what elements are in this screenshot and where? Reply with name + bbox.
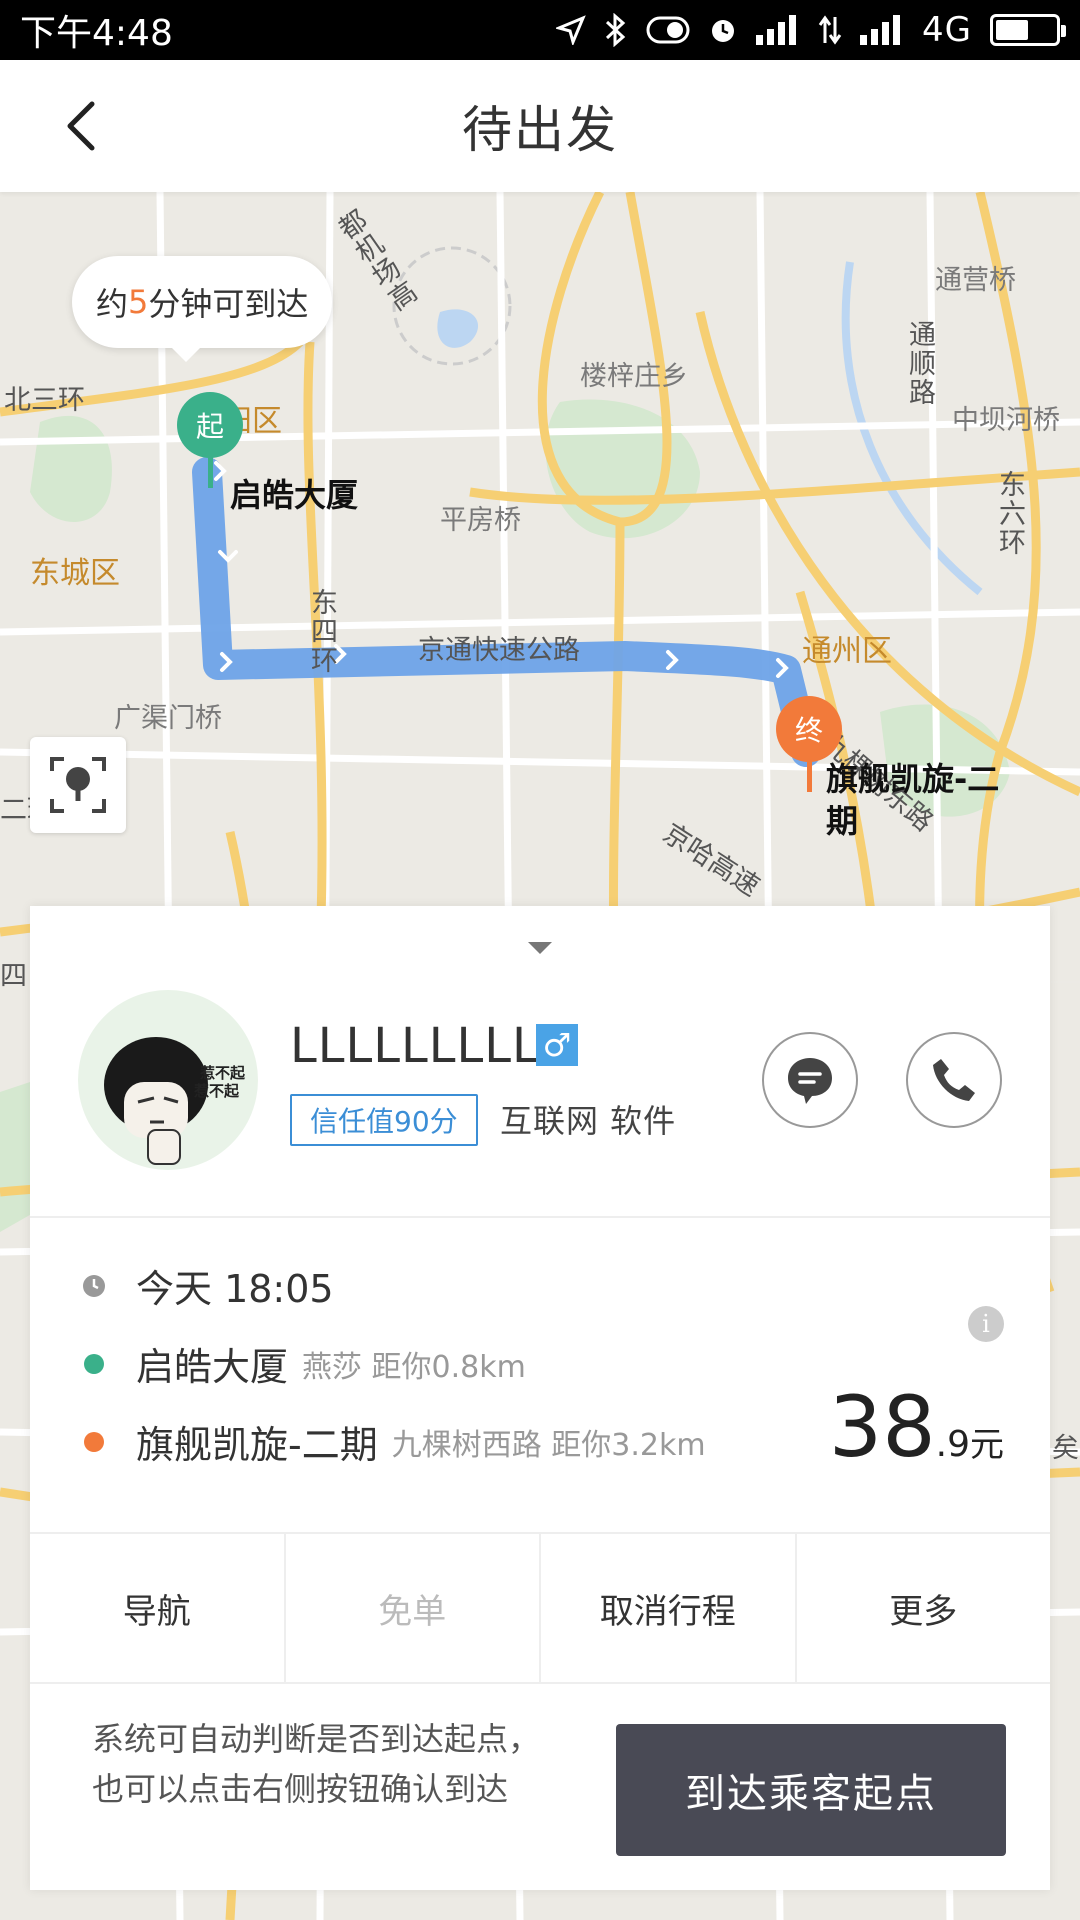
map-label-left-fragment: 四 — [0, 961, 27, 992]
phone-icon — [933, 1059, 975, 1101]
passenger-section: 惹不起 惹不起 LLLLLLLLL ♂ 信任值90分 互联网 软件 — [30, 906, 1050, 1218]
trip-card: 惹不起 惹不起 LLLLLLLLL ♂ 信任值90分 互联网 软件 今天 18:… — [30, 906, 1050, 1890]
map-label-pingfang-bridge: 平房桥 — [440, 505, 521, 536]
locate-button[interactable] — [30, 737, 126, 833]
status-time: 下午4:48 — [20, 13, 173, 54]
end-place-label-line1: 旗舰凯旋-二 — [826, 760, 1000, 798]
avatar: 惹不起 惹不起 — [78, 990, 258, 1170]
end-dot-icon — [84, 1431, 104, 1452]
end-pin: 终 — [776, 696, 842, 762]
start-pin-label: 起 — [195, 410, 224, 443]
avatar-meme-image: 惹不起 惹不起 — [104, 1037, 246, 1165]
map-label-louzizhuang: 楼梓庄乡 — [580, 361, 688, 392]
action-bar: 导航 免单 取消行程 更多 — [30, 1534, 1050, 1684]
map-label-right-fragment: 矣 — [1052, 1433, 1079, 1464]
end-place-label-line2: 期 — [826, 802, 859, 840]
page-title: 待出发 — [462, 101, 618, 159]
trip-price[interactable]: 38 .9 元 — [829, 1378, 1004, 1476]
chat-bubble-icon — [788, 1058, 832, 1104]
start-pin: 起 — [177, 392, 243, 458]
status-bar: 下午4:48 4G — [0, 0, 1080, 60]
eta-bubble: 约 5 分钟可到达 — [72, 256, 333, 362]
message-button[interactable] — [762, 1032, 858, 1128]
title-bar: 待出发 — [0, 60, 1080, 192]
trip-start-name: 启皓大厦 — [136, 1345, 289, 1389]
eta-suffix: 分钟可到达 — [148, 285, 309, 323]
trip-end-row: 旗舰凯旋-二期 九棵树西路 距你3.2km — [30, 1414, 706, 1469]
trust-score-badge: 信任值90分 — [290, 1094, 478, 1146]
price-unit: 元 — [970, 1425, 1004, 1465]
trip-end-detail: 九棵树西路 距你3.2km — [391, 1427, 706, 1463]
toggle-icon — [646, 16, 690, 44]
battery-level — [996, 20, 1028, 40]
map-label-jingtong-expressway: 京通快速公路 — [418, 635, 580, 666]
bluetooth-icon — [604, 13, 628, 47]
signal-icon — [756, 15, 800, 45]
more-button[interactable]: 更多 — [797, 1534, 1051, 1682]
trip-end-name: 旗舰凯旋-二期 — [136, 1423, 378, 1467]
arrival-section: 系统可自动判断是否到达起点，也可以点击右侧按钮确认到达 到达乘客起点 — [30, 1684, 1050, 1890]
locate-icon — [50, 757, 106, 813]
signal-icon — [860, 15, 904, 45]
alarm-icon — [708, 15, 738, 45]
map-label-dongcheng: 东城区 — [30, 556, 120, 591]
navigate-button[interactable]: 导航 — [30, 1534, 286, 1682]
male-icon: ♂ — [536, 1024, 578, 1066]
svg-text:惹不起: 惹不起 — [200, 1064, 246, 1082]
map-label-tongshun-road: 通顺路 — [904, 320, 935, 407]
start-place-label: 启皓大厦 — [230, 476, 359, 514]
system-icons: 4G — [556, 10, 1066, 50]
clock-icon — [83, 1274, 105, 1297]
arrival-hint: 系统可自动判断是否到达起点，也可以点击右侧按钮确认到达 — [92, 1720, 541, 1808]
svg-text:惹不起: 惹不起 — [194, 1082, 240, 1100]
end-pin-stem — [807, 758, 812, 792]
trip-time-row: 今天 18:05 — [30, 1258, 334, 1313]
map-label-north-third-ring: 北三环 — [4, 385, 85, 416]
trip-start-row: 启皓大厦 燕莎 距你0.8km — [30, 1336, 526, 1391]
free-order-button[interactable]: 免单 — [286, 1534, 541, 1682]
chevron-left-icon — [67, 101, 95, 151]
start-dot-icon — [84, 1353, 104, 1374]
back-button[interactable] — [52, 96, 112, 156]
passenger-tags: 互联网 软件 — [500, 1102, 677, 1140]
trip-start-detail: 燕莎 距你0.8km — [302, 1349, 526, 1385]
start-pin-stem — [208, 454, 213, 488]
map-label-guangqumen-bridge: 广渠门桥 — [114, 703, 222, 734]
battery-icon — [990, 14, 1066, 46]
arrive-at-pickup-button[interactable]: 到达乘客起点 — [616, 1724, 1006, 1856]
price-integer: 38 — [828, 1378, 936, 1476]
trip-time: 今天 18:05 — [136, 1267, 334, 1311]
network-type: 4G — [922, 10, 972, 50]
location-arrow-icon — [556, 15, 586, 45]
eta-minutes: 5 — [128, 283, 149, 321]
eta-prefix: 约 — [96, 285, 129, 323]
end-pin-label: 终 — [794, 714, 823, 747]
map-label-tongzhou: 通州区 — [802, 634, 892, 669]
price-info-icon[interactable]: i — [968, 1306, 1004, 1342]
call-button[interactable] — [906, 1032, 1002, 1128]
map-label-tongying-bridge: 通营桥 — [935, 265, 1016, 296]
map-label-east-fourth-ring: 东四环 — [306, 588, 337, 675]
data-transfer-icon — [818, 15, 842, 45]
cancel-trip-button[interactable]: 取消行程 — [541, 1534, 797, 1682]
map-label-east-sixth-ring: 东六环 — [994, 470, 1025, 557]
passenger-name: LLLLLLLLL — [290, 1018, 540, 1074]
price-decimal: .9 — [935, 1424, 970, 1465]
map-label-zhongbahe-bridge: 中坝河桥 — [952, 405, 1060, 436]
trip-details: 今天 18:05 启皓大厦 燕莎 距你0.8km 旗舰凯旋-二期 九棵树西路 距… — [30, 1218, 1050, 1534]
